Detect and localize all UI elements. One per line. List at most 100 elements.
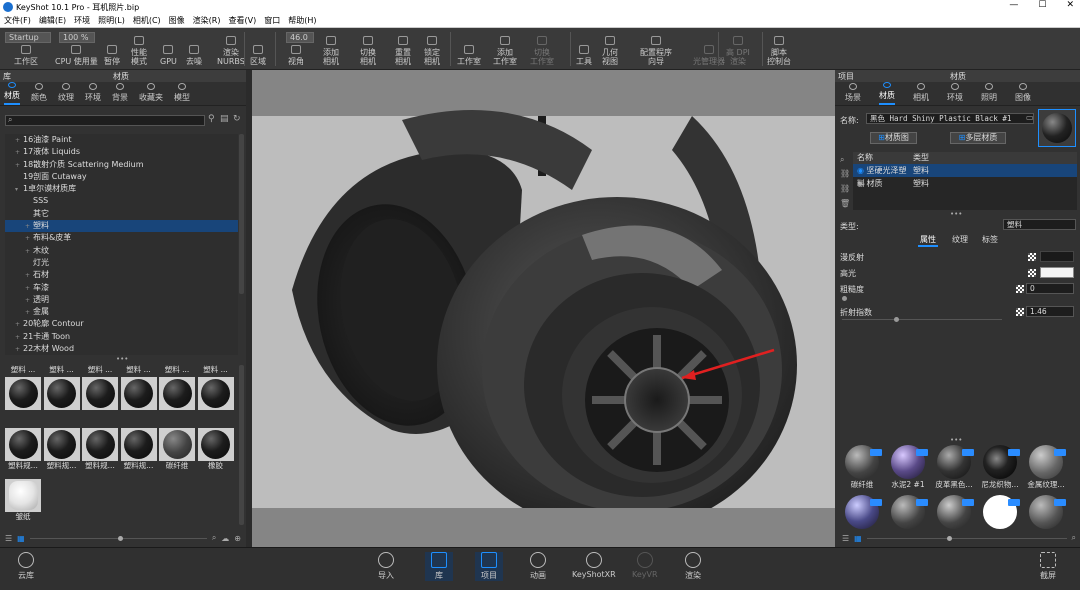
toolbar-item-9[interactable]: 添加 相机 xyxy=(323,28,339,70)
tab-4[interactable]: 照明 xyxy=(981,82,997,105)
expand-icon[interactable]: + xyxy=(25,233,33,245)
scene-material-ball[interactable] xyxy=(840,495,884,530)
cloud-library-button[interactable]: 云库 xyxy=(18,552,34,581)
scene-material-ball[interactable] xyxy=(932,495,976,530)
tree-node[interactable]: + 金属 xyxy=(5,306,238,319)
render-viewport[interactable] xyxy=(252,70,835,547)
tab-1[interactable]: 颜色 xyxy=(31,82,47,105)
tree-node[interactable]: +21卡通 Toon xyxy=(5,330,238,344)
menu-image[interactable]: 图像 xyxy=(165,15,189,26)
tab-5[interactable]: 图像 xyxy=(1015,82,1031,105)
tree-node[interactable]: 其它 xyxy=(5,207,238,221)
tab-2[interactable]: 纹理 xyxy=(58,82,74,105)
tab-2[interactable]: 相机 xyxy=(913,82,929,105)
scene-material-ball[interactable]: 水泥2 #1 xyxy=(886,445,930,490)
specular-texture-icon[interactable] xyxy=(1028,269,1036,277)
material-row[interactable]: ◉ 材质 塑料 xyxy=(853,177,1077,190)
material-thumbnail[interactable]: 塑料规... xyxy=(5,428,41,471)
tab-5[interactable]: 收藏夹 xyxy=(139,82,163,105)
refresh-icon[interactable]: ↻ xyxy=(233,114,241,124)
subtab-labels[interactable]: 标签 xyxy=(982,234,998,247)
material-preview[interactable] xyxy=(1038,109,1076,147)
menu-window[interactable]: 窗口 xyxy=(260,15,284,26)
toolbar-item-17[interactable]: 几何 视图 xyxy=(602,28,618,70)
material-thumbnail[interactable] xyxy=(43,377,80,420)
library-search-input[interactable]: ⌕ xyxy=(5,115,205,126)
expand-icon[interactable]: + xyxy=(15,344,23,356)
toolbar-item-19[interactable]: 光管理器 xyxy=(693,28,725,70)
tab-0[interactable]: 场景 xyxy=(845,82,861,105)
tab-4[interactable]: 背景 xyxy=(112,82,128,105)
scene-material-ball[interactable]: 碳纤维 xyxy=(840,445,884,490)
bottom-item-0[interactable]: 导入 xyxy=(378,552,394,581)
subtab-textures[interactable]: 纹理 xyxy=(952,234,968,247)
toolbar-item-6[interactable]: 渲染 NURBS xyxy=(217,28,245,70)
maximize-button[interactable]: ☐ xyxy=(1038,0,1046,10)
material-thumbnail[interactable]: 塑料规... xyxy=(43,428,80,471)
tree-node[interactable]: +16油漆 Paint xyxy=(5,134,238,147)
material-row[interactable]: ◉ 坚硬光泽塑料 塑料 xyxy=(853,164,1077,188)
splitter-handle[interactable]: ••• xyxy=(950,436,962,444)
tab-1[interactable]: 材质 xyxy=(879,82,895,105)
tab-0[interactable]: 材质 xyxy=(4,82,20,105)
tab-3[interactable]: 环境 xyxy=(85,82,101,105)
splitter-handle[interactable]: ••• xyxy=(950,210,962,218)
roughness-texture-icon[interactable] xyxy=(1016,285,1024,293)
expand-icon[interactable]: + xyxy=(25,270,33,282)
multi-layer-button[interactable]: ⊞多层材质 xyxy=(950,132,1006,144)
add-icon[interactable]: ⊕ xyxy=(234,534,241,543)
tree-node[interactable]: +17液体 Liquids xyxy=(5,146,238,159)
scene-material-ball[interactable] xyxy=(978,495,1022,530)
folder-icon[interactable]: ▤ xyxy=(220,114,229,124)
material-thumbnail[interactable] xyxy=(82,377,118,420)
tree-node[interactable]: 19剖面 Cutaway xyxy=(5,170,238,184)
menu-file[interactable]: 文件(F) xyxy=(0,15,35,26)
toolbar-item-12[interactable]: 锁定 相机 xyxy=(424,28,440,70)
material-thumbnail[interactable]: 橡胶 xyxy=(197,428,234,471)
type-select[interactable]: 塑料 xyxy=(1003,219,1076,230)
toolbar-item-8[interactable]: 视角 xyxy=(288,28,304,70)
toolbar-item-2[interactable]: 暂停 xyxy=(104,28,120,70)
toolbar-item-21[interactable]: 脚本 控制台 xyxy=(767,28,791,70)
tree-node[interactable]: + 车漆 xyxy=(5,281,238,294)
material-graph-button[interactable]: ⊞材质图 xyxy=(870,132,917,144)
grid-view-icon[interactable]: ▦ xyxy=(854,534,862,543)
toolbar-item-5[interactable]: 去噪 xyxy=(186,28,202,70)
cloud-upload-icon[interactable]: ☁ xyxy=(221,534,229,543)
expand-icon[interactable]: + xyxy=(15,319,23,331)
thumb-size-slider[interactable] xyxy=(29,535,207,541)
minimize-button[interactable]: — xyxy=(1009,0,1018,10)
menu-environment[interactable]: 环境 xyxy=(70,15,94,26)
filter-icon[interactable]: ⚲ xyxy=(208,114,215,124)
close-button[interactable]: ✕ xyxy=(1066,0,1074,10)
trash-icon[interactable]: 🗑 xyxy=(840,199,850,208)
zoom-icon[interactable]: ⌕ xyxy=(1072,533,1076,543)
toolbar-item-3[interactable]: 性能 模式 xyxy=(131,28,147,70)
tree-node[interactable]: + 石材 xyxy=(5,269,238,282)
tree-node[interactable]: + 布料&皮革 xyxy=(5,232,238,245)
zoom-icon[interactable]: ⌕ xyxy=(212,533,216,543)
toolbar-item-10[interactable]: 切换 相机 xyxy=(360,28,376,70)
tree-node[interactable]: +18散射介质 Scattering Medium xyxy=(5,158,238,171)
tab-6[interactable]: 模型 xyxy=(174,82,190,105)
material-thumbnail[interactable] xyxy=(120,377,157,420)
ior-texture-icon[interactable] xyxy=(1016,308,1024,316)
menu-camera[interactable]: 相机(C) xyxy=(129,15,165,26)
search-icon[interactable]: ⌕ xyxy=(840,155,844,165)
toolbar-item-18[interactable]: 配置程序 向导 xyxy=(640,28,672,70)
tree-node[interactable]: SSS xyxy=(5,195,238,208)
material-thumbnail[interactable] xyxy=(197,377,234,420)
bottom-item-2[interactable]: 项目 xyxy=(475,552,503,581)
grid-view-icon[interactable]: ▦ xyxy=(17,534,25,543)
tree-node[interactable]: + 木纹 xyxy=(5,244,238,257)
save-icon[interactable]: ▭ xyxy=(1026,113,1034,122)
unlink-icon[interactable]: ⛓ xyxy=(840,184,850,193)
toolbar-item-11[interactable]: 重置 相机 xyxy=(395,28,411,70)
scene-material-ball[interactable]: 皮革黑色... xyxy=(932,445,976,490)
material-thumbnail[interactable] xyxy=(159,377,195,420)
toolbar-item-4[interactable]: GPU xyxy=(160,28,177,70)
menu-render[interactable]: 渲染(R) xyxy=(189,15,225,26)
toolbar-item-13[interactable]: 工作室 xyxy=(457,28,481,70)
subtab-properties[interactable]: 属性 xyxy=(918,234,938,247)
menu-lighting[interactable]: 照明(L) xyxy=(94,15,129,26)
